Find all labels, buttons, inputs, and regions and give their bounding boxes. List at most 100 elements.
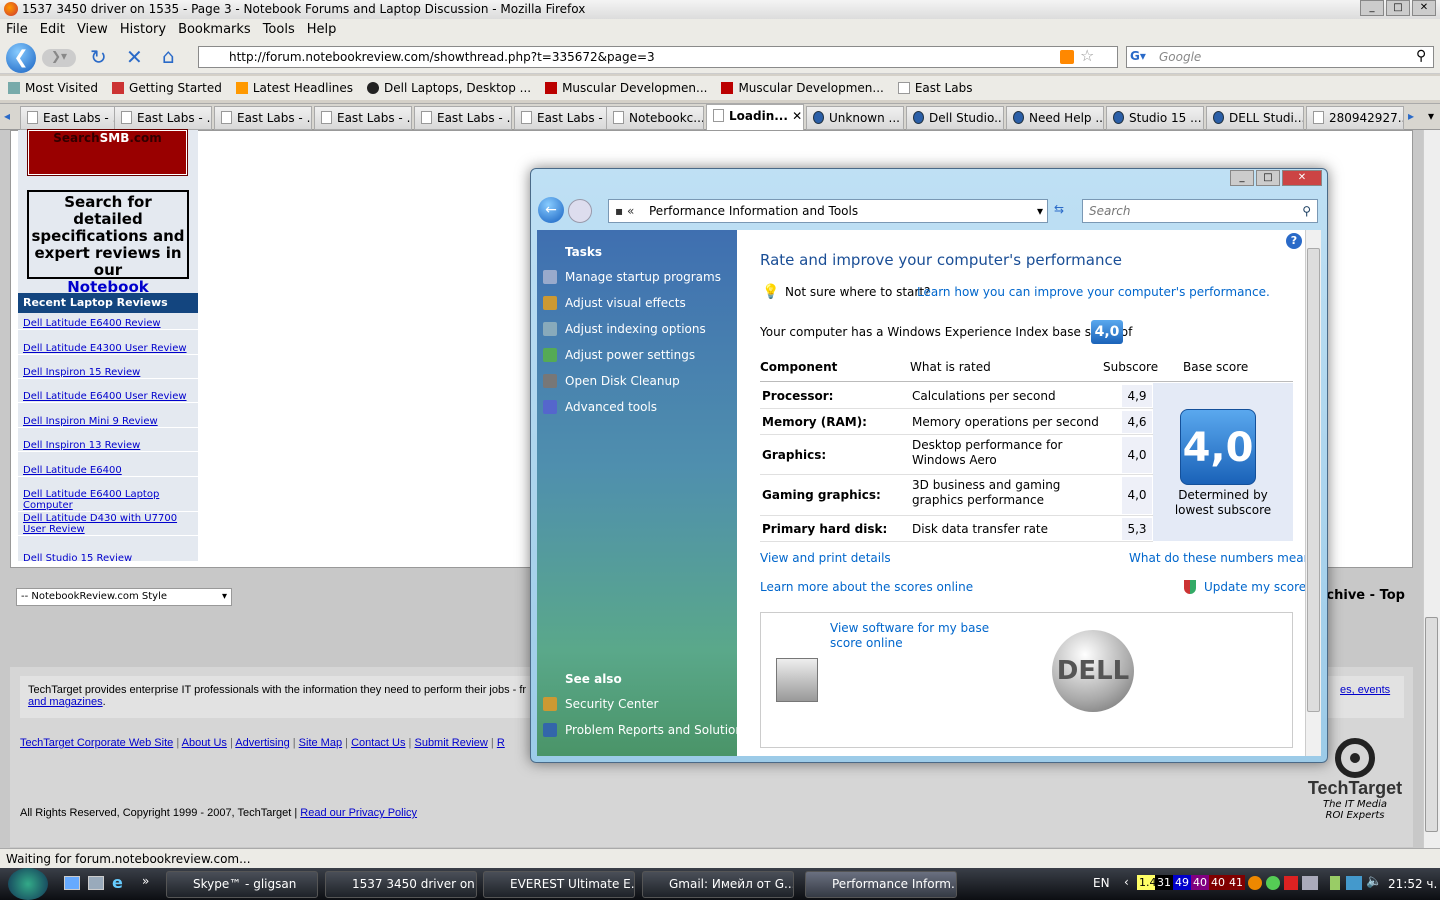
problem-reports-link[interactable]: Problem Reports and Solutions	[543, 723, 749, 737]
bookmark-item[interactable]: Dell Laptops, Desktop ...	[367, 76, 531, 100]
tab[interactable]: DELL Studi...	[1206, 106, 1304, 130]
improve-performance-link[interactable]: Learn how you can improve your computer'…	[917, 285, 1270, 299]
task-link[interactable]: Open Disk Cleanup	[543, 374, 680, 388]
task-link[interactable]: Adjust visual effects	[543, 296, 686, 310]
tab[interactable]: East Labs - ...	[20, 106, 118, 130]
footer-link[interactable]: Advertising	[235, 737, 289, 749]
tab[interactable]: Dell Studio...	[906, 106, 1004, 130]
start-button[interactable]	[8, 868, 48, 900]
perf-close-button[interactable]: ✕	[1282, 170, 1322, 186]
quicklaunch-more[interactable]: »	[142, 874, 149, 888]
bookmark-item[interactable]: Getting Started	[112, 76, 222, 100]
footer-link[interactable]: R	[497, 737, 505, 749]
bookmark-item[interactable]: Most Visited	[8, 76, 98, 100]
tab[interactable]: Need Help ...	[1006, 106, 1104, 130]
bookmark-star-icon[interactable]: ☆	[1080, 46, 1094, 65]
perf-minimize-button[interactable]: _	[1230, 170, 1254, 186]
task-link[interactable]: Adjust indexing options	[543, 322, 706, 336]
review-link[interactable]: Dell Studio 15 Review	[23, 553, 132, 561]
clock[interactable]: 21:52 ч.	[1388, 877, 1437, 891]
taskbar-button[interactable]: Gmail: Имейл от G...	[642, 871, 794, 898]
home-icon[interactable]: ⌂	[162, 44, 175, 68]
archive-top-link[interactable]: rchive - Top	[1320, 588, 1405, 603]
review-link[interactable]: Dell Latitude D430 with U7700 User Revie…	[23, 513, 177, 535]
security-center-link[interactable]: Security Center	[543, 697, 658, 711]
tab-scroll-left[interactable]: ◂	[4, 109, 10, 123]
footer-link[interactable]: TechTarget Corporate Web Site	[20, 737, 173, 749]
tab[interactable]: East Labs - ...	[414, 106, 512, 130]
privacy-policy-link[interactable]: Read our Privacy Policy	[300, 807, 417, 819]
footer-link[interactable]: About Us	[182, 737, 227, 749]
tab-close-icon[interactable]: ✕	[788, 109, 802, 123]
style-select[interactable]: -- NotebookReview.com Style ▾	[16, 588, 232, 606]
view-print-details-link[interactable]: View and print details	[760, 551, 891, 565]
footer-link[interactable]: Contact Us	[351, 737, 405, 749]
menu-bookmarks[interactable]: Bookmarks	[178, 19, 251, 40]
perf-scrollbar-thumb[interactable]	[1307, 248, 1320, 712]
tab[interactable]: Studio 15 ...	[1106, 106, 1204, 130]
view-software-link[interactable]: View software for my base score online	[830, 621, 1020, 651]
tab-scroll-right[interactable]: ▸	[1408, 109, 1414, 123]
tab[interactable]: Unknown ...	[806, 106, 904, 130]
perf-scrollbar[interactable]	[1305, 230, 1321, 756]
minimize-button[interactable]: _	[1360, 0, 1384, 16]
tab[interactable]: Notebookc...	[606, 106, 704, 130]
tab[interactable]: East Labs - ...	[214, 106, 312, 130]
maximize-button[interactable]: □	[1386, 0, 1410, 16]
review-link[interactable]: Dell Latitude E4300 User Review	[23, 343, 187, 354]
magazines-link[interactable]: and magazines	[28, 696, 103, 708]
menu-history[interactable]: History	[120, 19, 166, 40]
menu-file[interactable]: File	[6, 19, 28, 40]
tab[interactable]: East Labs - ...	[314, 106, 412, 130]
task-link[interactable]: Adjust power settings	[543, 348, 695, 362]
menu-view[interactable]: View	[77, 19, 108, 40]
review-link[interactable]: Dell Latitude E6400 Laptop Computer	[23, 489, 159, 511]
perf-search-input[interactable]: Search ⚲	[1082, 199, 1318, 223]
back-button[interactable]: ❮	[6, 43, 36, 73]
page-scrollbar-thumb[interactable]	[1425, 617, 1438, 832]
taskbar-button[interactable]: Skype™ - gligsan	[166, 871, 318, 898]
review-link[interactable]: Dell Latitude E6400 User Review	[23, 391, 187, 402]
footer-link[interactable]: Submit Review	[414, 737, 487, 749]
google-icon[interactable]: G▾	[1130, 49, 1146, 63]
searchsmb-ad[interactable]: SearchSMB.com	[27, 129, 188, 176]
bookmark-item[interactable]: East Labs	[897, 76, 972, 100]
task-link[interactable]: Advanced tools	[543, 400, 657, 414]
tab-list-button[interactable]: ▾	[1428, 109, 1434, 123]
tab[interactable]: East Labs - ...	[114, 106, 212, 130]
ie-icon[interactable]: e	[112, 873, 123, 892]
events-link[interactable]: es, events	[1340, 684, 1390, 696]
task-link[interactable]: Manage startup programs	[543, 270, 721, 284]
search-icon[interactable]: ⚲	[1416, 48, 1426, 64]
update-score-link[interactable]: Update my score	[1204, 580, 1306, 594]
search-input[interactable]: Google	[1126, 46, 1434, 68]
taskbar-button[interactable]: Performance Inform...	[805, 871, 957, 898]
stop-icon[interactable]: ✕	[126, 45, 143, 69]
review-link[interactable]: Dell Inspiron 13 Review	[23, 440, 140, 451]
review-link[interactable]: Dell Latitude E6400	[23, 465, 122, 476]
reload-icon[interactable]: ↻	[90, 45, 107, 69]
rss-icon[interactable]	[1060, 50, 1074, 64]
switch-windows-icon[interactable]	[88, 876, 104, 890]
bookmark-item[interactable]: Muscular Developmen...	[721, 76, 884, 100]
perf-back-button[interactable]: ←	[538, 197, 564, 223]
what-numbers-mean-link[interactable]: What do these numbers mean?	[1129, 551, 1318, 565]
tab[interactable]: 280942927...	[1306, 106, 1404, 130]
footer-link[interactable]: Site Map	[299, 737, 342, 749]
tab[interactable]: Loadin... ✕	[706, 104, 804, 131]
menu-tools[interactable]: Tools	[263, 19, 295, 40]
review-link[interactable]: Dell Inspiron 15 Review	[23, 367, 140, 378]
volume-icon[interactable]: 🔈	[1366, 874, 1382, 889]
tab[interactable]: East Labs - ...	[514, 106, 612, 130]
perf-address-bar[interactable]: Performance Information and Tools ▾ ▪ «	[608, 199, 1048, 223]
perf-maximize-button[interactable]: □	[1256, 170, 1280, 186]
menu-help[interactable]: Help	[307, 19, 337, 40]
bookmark-item[interactable]: Muscular Developmen...	[545, 76, 707, 100]
close-button[interactable]: ✕	[1412, 0, 1436, 16]
review-link[interactable]: Dell Latitude E6400 Review	[23, 318, 161, 329]
url-bar[interactable]: http://forum.notebookreview.com/showthre…	[198, 46, 1118, 68]
tray-expand[interactable]: ‹	[1124, 875, 1129, 889]
bookmark-item[interactable]: Latest Headlines	[235, 76, 353, 100]
language-indicator[interactable]: EN	[1093, 876, 1110, 890]
forward-button[interactable]: ❯▾	[42, 49, 76, 67]
